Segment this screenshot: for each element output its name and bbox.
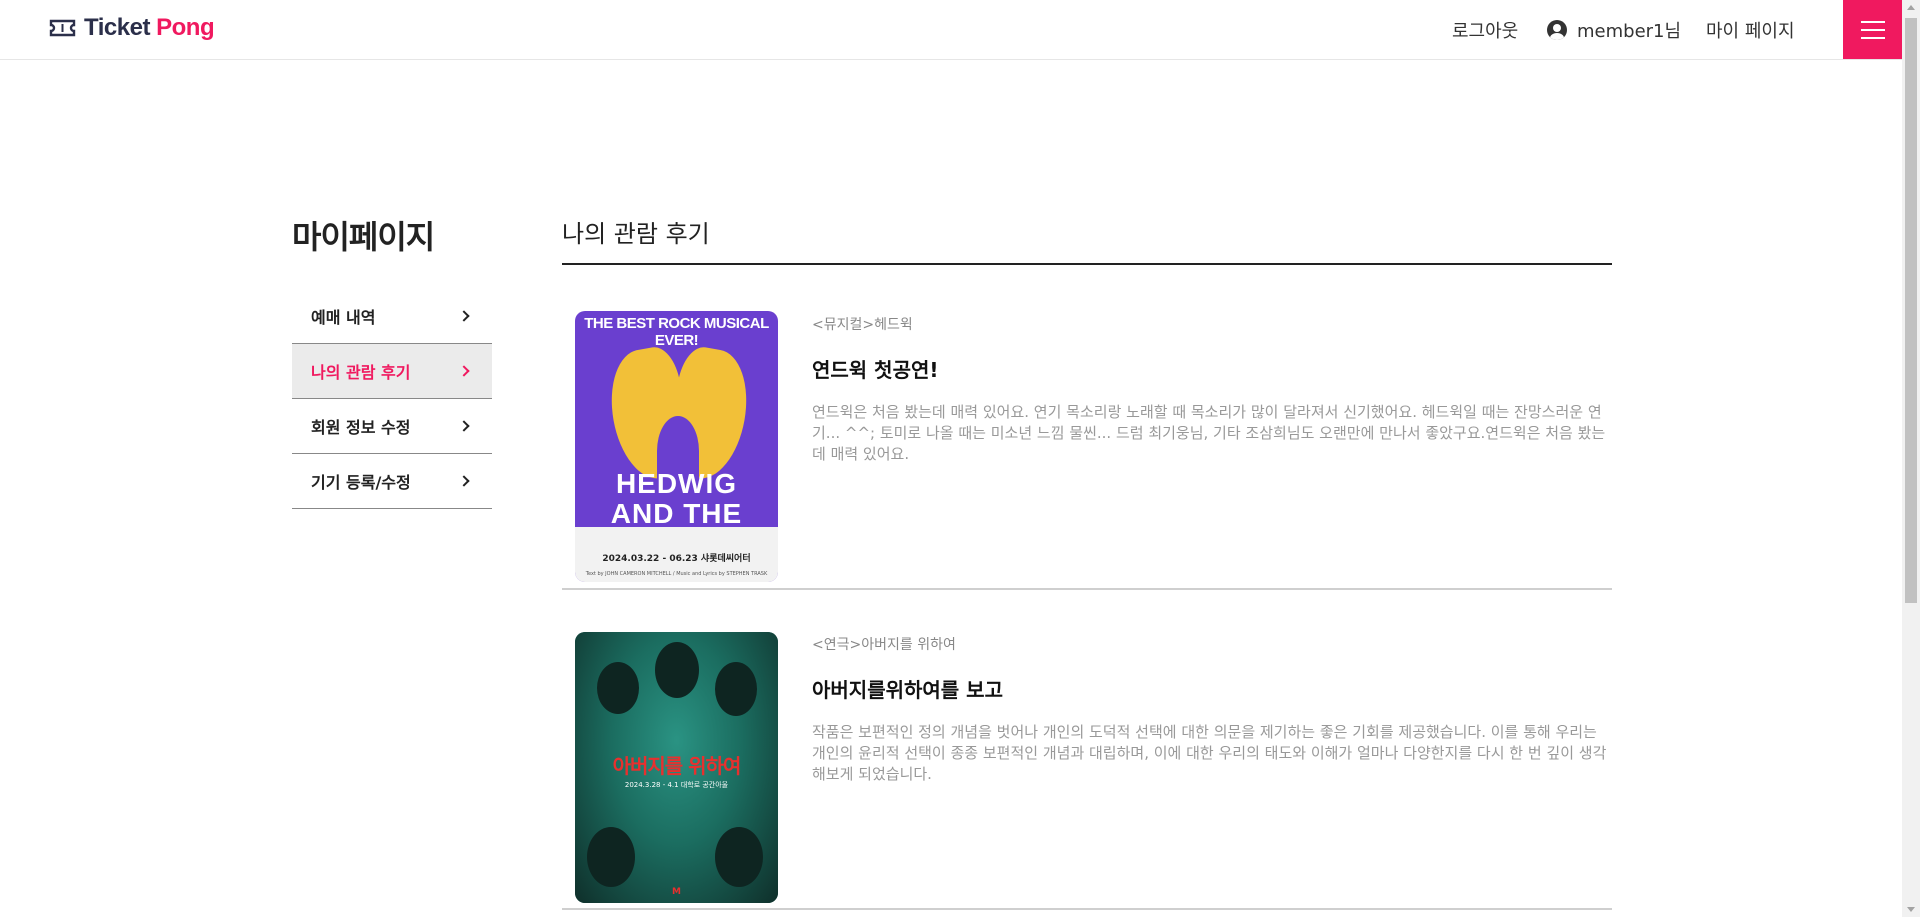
brand-name-part1: Ticket <box>84 14 150 41</box>
scroll-up-icon[interactable] <box>1907 5 1915 10</box>
logo[interactable]: Ticket Pong <box>49 14 215 42</box>
user-profile-link[interactable]: member1님 <box>1547 0 1681 60</box>
sidebar-item-label: 예매 내역 <box>311 308 376 327</box>
logout-link[interactable]: 로그아웃 <box>1452 0 1518 60</box>
poster-logo: M <box>672 887 681 897</box>
sidebar-item-label: 회원 정보 수정 <box>311 418 411 437</box>
poster-image[interactable]: 아버지를 위하여 2024.3.28 - 4.1 대학로 공간아울 M <box>575 632 778 903</box>
user-icon <box>1547 20 1567 40</box>
hamburger-icon <box>1861 21 1885 23</box>
chevron-right-icon <box>458 475 470 487</box>
sidebar-item-my-reviews[interactable]: 나의 관람 후기 <box>292 344 492 399</box>
sidebar-menu: 예매 내역 나의 관람 후기 회원 정보 수정 기기 등록/수정 <box>292 289 492 509</box>
ticket-icon <box>49 19 76 37</box>
poster-title: 아버지를 위하여 <box>612 754 742 778</box>
review-item[interactable]: 아버지를 위하여 2024.3.28 - 4.1 대학로 공간아울 M <연극>… <box>562 590 1612 910</box>
sidebar-item-label: 나의 관람 후기 <box>311 363 411 382</box>
scrollbar-thumb[interactable] <box>1905 18 1917 603</box>
user-name: member1님 <box>1577 21 1682 42</box>
poster-date: 2024.03.22 - 06.23 샤롯데씨어터 <box>602 554 751 564</box>
review-body: 연드윅은 처음 봤는데 매력 있어요. 연기 목소리랑 노래할 때 목소리가 많… <box>812 403 1606 463</box>
review-category: <뮤지컬>헤드윅 <box>812 317 913 333</box>
sidebar-item-reservations[interactable]: 예매 내역 <box>292 289 492 344</box>
chevron-right-icon <box>458 365 470 377</box>
sidebar-title: 마이페이지 <box>292 218 435 256</box>
chevron-right-icon <box>458 420 470 432</box>
brand-name-part2: Pong <box>156 14 215 41</box>
poster-credit: Text by JOHN CAMERON MITCHELL / Music an… <box>585 571 768 577</box>
review-body: 작품은 보편적인 정의 개념을 벗어나 개인의 도덕적 선택에 대한 의문을 제… <box>812 723 1607 783</box>
review-title[interactable]: 연드윅 첫공연! <box>812 354 938 383</box>
mypage-link[interactable]: 마이 페이지 <box>1706 0 1795 60</box>
sidebar-item-label: 기기 등록/수정 <box>311 473 411 492</box>
hamburger-menu-button[interactable] <box>1843 0 1902 59</box>
poster-tagline: THE BEST ROCK MUSICAL EVER! <box>584 315 769 349</box>
site-header: Ticket Pong 로그아웃 member1님 마이 페이지 <box>0 0 1902 60</box>
title-divider <box>562 263 1612 265</box>
vertical-scrollbar[interactable] <box>1902 0 1920 917</box>
sidebar-item-device-registration[interactable]: 기기 등록/수정 <box>292 454 492 509</box>
page-title: 나의 관람 후기 <box>562 220 710 248</box>
review-category: <연극>아버지를 위하여 <box>812 637 956 653</box>
sidebar-item-edit-profile[interactable]: 회원 정보 수정 <box>292 399 492 454</box>
scroll-down-icon[interactable] <box>1907 907 1915 912</box>
poster-date: 2024.3.28 - 4.1 대학로 공간아울 <box>624 781 729 789</box>
review-item[interactable]: THE BEST ROCK MUSICAL EVER! HEDWIG AND T… <box>562 270 1612 590</box>
poster-image[interactable]: THE BEST ROCK MUSICAL EVER! HEDWIG AND T… <box>575 311 778 582</box>
review-title[interactable]: 아버지를위하여를 보고 <box>812 674 1003 703</box>
chevron-right-icon <box>458 310 470 322</box>
